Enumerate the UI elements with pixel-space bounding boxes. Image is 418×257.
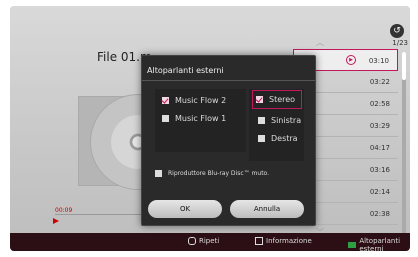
track-duration: 02:14 — [369, 188, 390, 196]
checkbox-icon — [258, 135, 265, 142]
page-counter: 1/23 — [392, 39, 408, 47]
back-icon[interactable]: ↺ — [390, 24, 404, 38]
scroll-up-icon[interactable]: ︿ — [316, 39, 326, 47]
channel-option-right[interactable]: Destra — [258, 134, 298, 143]
checkbox-checked-icon — [256, 96, 263, 103]
info-button[interactable]: Informazione — [255, 237, 312, 245]
scrollbar[interactable] — [402, 52, 406, 234]
speaker-label: Music Flow 2 — [175, 96, 227, 105]
cancel-button[interactable]: Annulla — [230, 200, 304, 218]
screen: ↺ 1/23 File 01.m 00:09 ︿ ﹀ ▶ 03:10 03:22… — [10, 6, 410, 251]
info-icon — [255, 237, 263, 245]
channel-option-stereo[interactable]: Stereo — [252, 90, 303, 109]
external-speakers-dialog: Altoparlanti esterni Music Flow 2 Music … — [141, 55, 316, 226]
track-duration: 03:16 — [369, 166, 390, 174]
channel-label: Sinistra — [271, 116, 302, 125]
speaker-option-music-flow-1[interactable]: Music Flow 1 — [162, 114, 226, 123]
ok-button[interactable]: OK — [148, 200, 222, 218]
play-icon — [53, 218, 59, 224]
track-duration: 03:22 — [369, 78, 390, 86]
mute-player-option[interactable]: Riproduttore Blu-ray Disc™ muto. — [155, 170, 269, 177]
track-duration: 02:58 — [369, 100, 390, 108]
bottom-bar: Ripeti Informazione Altoparlanti esterni — [10, 233, 410, 251]
scrollbar-thumb[interactable] — [402, 52, 406, 80]
track-duration: 02:38 — [369, 210, 390, 218]
checkbox-icon — [162, 115, 169, 122]
speakers-label: Altoparlanti esterni — [359, 237, 401, 251]
checkbox-checked-icon — [162, 97, 169, 104]
track-duration: 03:10 — [368, 57, 389, 65]
info-label: Informazione — [266, 237, 312, 245]
divider — [142, 80, 315, 81]
speakers-button[interactable]: Altoparlanti esterni — [348, 237, 410, 251]
track-duration: 04:17 — [369, 144, 390, 152]
checkbox-icon — [155, 170, 162, 177]
elapsed-time: 00:09 — [55, 207, 73, 214]
channel-option-left[interactable]: Sinistra — [258, 116, 301, 125]
dialog-title: Altoparlanti esterni — [147, 66, 224, 75]
checkbox-icon — [258, 117, 265, 124]
track-duration: 03:29 — [369, 122, 390, 130]
speaker-option-music-flow-2[interactable]: Music Flow 2 — [162, 96, 226, 105]
green-key-icon — [348, 242, 357, 248]
mute-label: Riproduttore Blu-ray Disc™ muto. — [168, 170, 270, 177]
repeat-button[interactable]: Ripeti — [188, 237, 219, 245]
speaker-label: Music Flow 1 — [175, 114, 227, 123]
play-circle-icon: ▶ — [346, 55, 356, 65]
channel-label: Stereo — [269, 95, 296, 104]
repeat-icon — [188, 237, 196, 245]
repeat-label: Ripeti — [199, 237, 220, 245]
channel-label: Destra — [271, 134, 298, 143]
